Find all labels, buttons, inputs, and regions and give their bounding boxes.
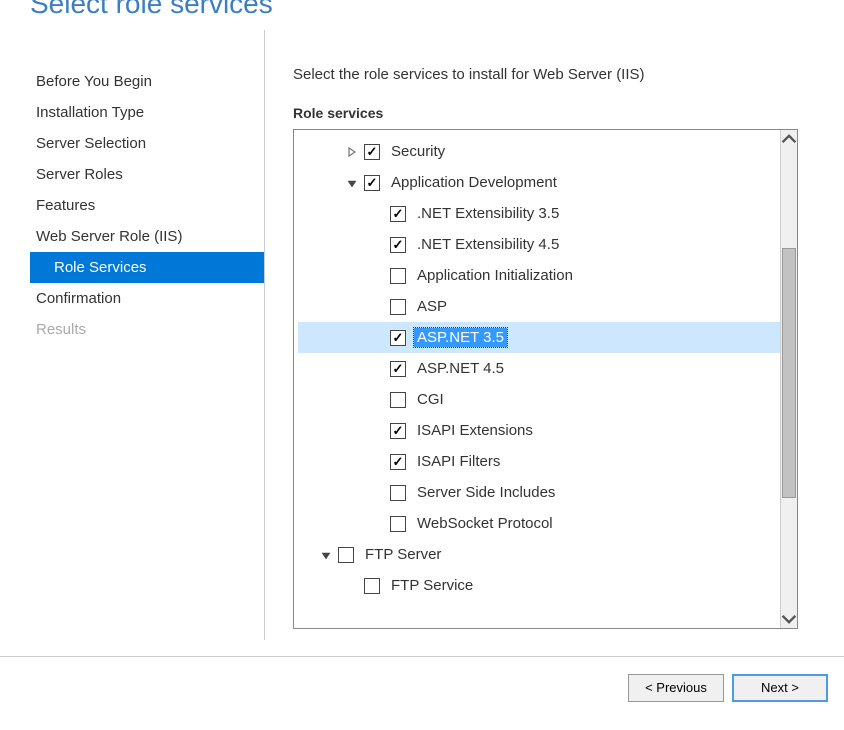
expand-icon[interactable]	[344, 144, 360, 160]
page-title: Select role services	[0, 0, 844, 30]
tree-item[interactable]: ISAPI Filters	[298, 446, 780, 477]
tree-item[interactable]: ASP	[298, 291, 780, 322]
checkbox[interactable]	[390, 330, 406, 346]
scroll-thumb[interactable]	[782, 248, 796, 498]
tree-item-label: Application Development	[388, 173, 560, 192]
collapse-icon[interactable]	[318, 547, 334, 563]
tree-item-label: FTP Service	[388, 576, 476, 595]
tree-item[interactable]: Application Initialization	[298, 260, 780, 291]
role-services-tree-container: Security Application Development .NET Exte…	[293, 129, 798, 629]
tree-item-label: CGI	[414, 390, 447, 409]
checkbox[interactable]	[390, 485, 406, 501]
tree-item-label: Application Initialization	[414, 266, 576, 285]
tree-item-label: ASP.NET 4.5	[414, 359, 507, 378]
checkbox[interactable]	[390, 268, 406, 284]
role-services-tree[interactable]: Security Application Development .NET Exte…	[294, 130, 780, 628]
scroll-track[interactable]	[781, 148, 797, 610]
tree-item[interactable]: ASP.NET 4.5	[298, 353, 780, 384]
tree-item[interactable]: .NET Extensibility 4.5	[298, 229, 780, 260]
main-area: Before You BeginInstallation TypeServer …	[0, 30, 844, 640]
sidebar-item-role-services[interactable]: Role Services	[30, 252, 264, 283]
sidebar-item-results: Results	[30, 314, 264, 345]
collapse-icon[interactable]	[344, 175, 360, 191]
checkbox[interactable]	[364, 144, 380, 160]
tree-item-label: ASP.NET 3.5	[414, 328, 507, 347]
sidebar-item-features[interactable]: Features	[30, 190, 264, 221]
wizard-footer: < Previous Next >	[0, 656, 844, 718]
tree-item-label: Security	[388, 142, 448, 161]
tree-item[interactable]: CGI	[298, 384, 780, 415]
sidebar-item-server-selection[interactable]: Server Selection	[30, 128, 264, 159]
instruction-text: Select the role services to install for …	[293, 66, 826, 83]
scroll-up-icon[interactable]	[781, 130, 797, 148]
tree-item[interactable]: Security	[298, 136, 780, 167]
checkbox[interactable]	[390, 423, 406, 439]
sidebar-item-confirmation[interactable]: Confirmation	[30, 283, 264, 314]
checkbox[interactable]	[390, 392, 406, 408]
checkbox[interactable]	[390, 454, 406, 470]
content-panel: Select the role services to install for …	[265, 30, 844, 640]
tree-item[interactable]: ASP.NET 3.5	[298, 322, 780, 353]
sidebar-item-web-server-role-iis-[interactable]: Web Server Role (IIS)	[30, 221, 264, 252]
checkbox[interactable]	[390, 516, 406, 532]
sidebar-item-server-roles[interactable]: Server Roles	[30, 159, 264, 190]
checkbox[interactable]	[390, 299, 406, 315]
checkbox[interactable]	[390, 237, 406, 253]
checkbox[interactable]	[364, 578, 380, 594]
tree-item[interactable]: FTP Service	[298, 570, 780, 601]
checkbox[interactable]	[390, 206, 406, 222]
tree-item-label: ISAPI Extensions	[414, 421, 536, 440]
sidebar-item-before-you-begin[interactable]: Before You Begin	[30, 66, 264, 97]
next-button[interactable]: Next >	[732, 674, 828, 702]
sidebar-item-installation-type[interactable]: Installation Type	[30, 97, 264, 128]
tree-item[interactable]: .NET Extensibility 3.5	[298, 198, 780, 229]
tree-item-label: .NET Extensibility 4.5	[414, 235, 562, 254]
checkbox[interactable]	[338, 547, 354, 563]
scroll-down-icon[interactable]	[781, 610, 797, 628]
tree-item-label: ISAPI Filters	[414, 452, 503, 471]
previous-button[interactable]: < Previous	[628, 674, 724, 702]
tree-item[interactable]: FTP Server	[298, 539, 780, 570]
tree-item[interactable]: ISAPI Extensions	[298, 415, 780, 446]
tree-item-label: .NET Extensibility 3.5	[414, 204, 562, 223]
wizard-sidebar: Before You BeginInstallation TypeServer …	[0, 30, 265, 640]
tree-item[interactable]: WebSocket Protocol	[298, 508, 780, 539]
tree-item-label: WebSocket Protocol	[414, 514, 556, 533]
scrollbar-vertical[interactable]	[780, 130, 797, 628]
tree-item[interactable]: Application Development	[298, 167, 780, 198]
tree-item-label: ASP	[414, 297, 450, 316]
tree-item[interactable]: Server Side Includes	[298, 477, 780, 508]
tree-item-label: FTP Server	[362, 545, 444, 564]
role-services-label: Role services	[293, 105, 826, 121]
tree-item-label: Server Side Includes	[414, 483, 558, 502]
checkbox[interactable]	[390, 361, 406, 377]
checkbox[interactable]	[364, 175, 380, 191]
